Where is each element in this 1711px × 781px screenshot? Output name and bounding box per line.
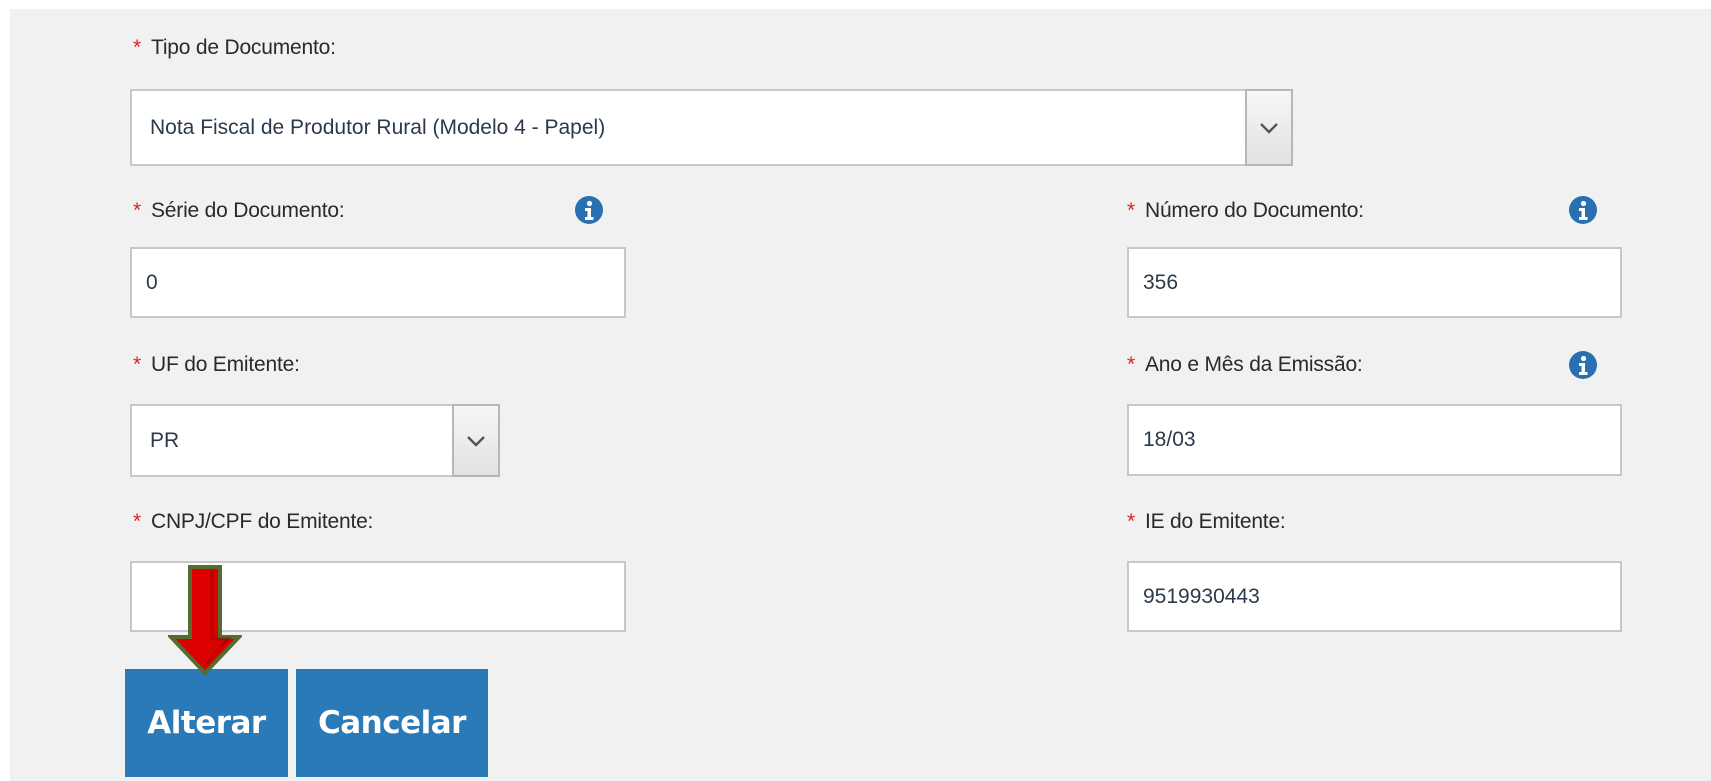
alterar-button[interactable]: Alterar bbox=[125, 669, 288, 777]
tipo-documento-label: * Tipo de Documento: bbox=[133, 36, 336, 59]
uf-emitente-dropdown-button[interactable] bbox=[452, 404, 500, 477]
uf-emitente-value: PR bbox=[150, 428, 180, 452]
ie-emitente-label: * IE do Emitente: bbox=[1127, 510, 1286, 533]
info-icon[interactable] bbox=[574, 195, 604, 225]
numero-documento-input[interactable]: 356 bbox=[1127, 247, 1622, 318]
uf-emitente-select[interactable]: PR bbox=[130, 404, 500, 477]
tipo-documento-select[interactable]: Nota Fiscal de Produtor Rural (Modelo 4 … bbox=[130, 89, 1293, 166]
info-icon[interactable] bbox=[1568, 195, 1598, 225]
required-marker: * bbox=[1127, 510, 1135, 533]
serie-documento-label: * Série do Documento: bbox=[133, 199, 345, 222]
cnpj-cpf-emitente-label: * CNPJ/CPF do Emitente: bbox=[133, 510, 374, 533]
info-icon[interactable] bbox=[1568, 350, 1598, 380]
ie-emitente-input[interactable]: 9519930443 bbox=[1127, 561, 1622, 632]
arrow-down-icon bbox=[168, 565, 242, 676]
required-marker: * bbox=[133, 510, 141, 533]
required-marker: * bbox=[1127, 199, 1135, 222]
cancelar-button[interactable]: Cancelar bbox=[296, 669, 488, 777]
numero-documento-label: * Número do Documento: bbox=[1127, 199, 1364, 222]
tipo-documento-dropdown-button[interactable] bbox=[1245, 89, 1293, 166]
required-marker: * bbox=[1127, 353, 1135, 376]
ano-mes-emissao-input[interactable]: 18/03 bbox=[1127, 404, 1622, 476]
uf-emitente-label: * UF do Emitente: bbox=[133, 353, 300, 376]
required-marker: * bbox=[133, 36, 141, 59]
ano-mes-emissao-label: * Ano e Mês da Emissão: bbox=[1127, 353, 1363, 376]
serie-documento-input[interactable]: 0 bbox=[130, 247, 626, 318]
chevron-down-icon bbox=[1260, 122, 1278, 134]
chevron-down-icon bbox=[467, 435, 485, 447]
required-marker: * bbox=[133, 353, 141, 376]
tipo-documento-value: Nota Fiscal de Produtor Rural (Modelo 4 … bbox=[150, 115, 606, 139]
required-marker: * bbox=[133, 199, 141, 222]
